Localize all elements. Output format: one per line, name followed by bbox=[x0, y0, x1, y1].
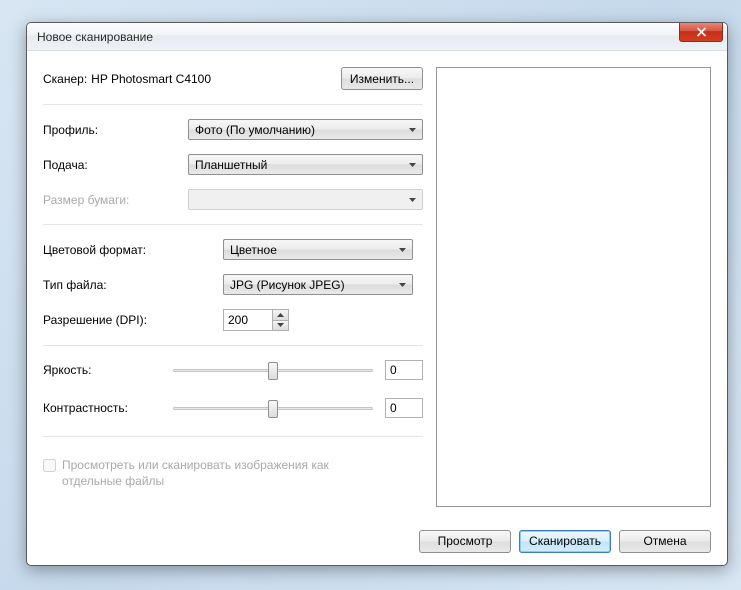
contrast-slider[interactable] bbox=[173, 398, 373, 418]
brightness-value[interactable] bbox=[385, 360, 423, 380]
change-scanner-button[interactable]: Изменить... bbox=[341, 67, 423, 90]
separator bbox=[43, 104, 423, 105]
footer-buttons: Просмотр Сканировать Отмена bbox=[27, 517, 727, 565]
close-icon bbox=[696, 27, 707, 37]
preview-pane bbox=[436, 67, 711, 507]
filetype-row: Тип файла: JPG (Рисунок JPEG) bbox=[43, 274, 423, 295]
chevron-down-icon bbox=[409, 198, 416, 202]
chevron-down-icon bbox=[399, 248, 406, 252]
titlebar: Новое сканирование bbox=[27, 23, 727, 51]
colorfmt-row: Цветовой формат: Цветное bbox=[43, 239, 423, 260]
colorfmt-combo[interactable]: Цветное bbox=[223, 239, 413, 260]
contrast-row: Контрастность: bbox=[43, 398, 423, 418]
chevron-down-icon bbox=[409, 128, 416, 132]
chevron-down-icon bbox=[399, 283, 406, 287]
source-combo[interactable]: Планшетный bbox=[188, 154, 423, 175]
chevron-down-icon bbox=[277, 323, 284, 327]
filetype-combo[interactable]: JPG (Рисунок JPEG) bbox=[223, 274, 413, 295]
brightness-label: Яркость: bbox=[43, 363, 173, 377]
dpi-label: Разрешение (DPI): bbox=[43, 313, 223, 327]
dpi-input[interactable] bbox=[224, 310, 272, 330]
contrast-value[interactable] bbox=[385, 398, 423, 418]
profile-row: Профиль: Фото (По умолчанию) bbox=[43, 119, 423, 140]
scanner-label: Сканер: bbox=[43, 72, 87, 86]
separator bbox=[43, 224, 423, 225]
profile-label: Профиль: bbox=[43, 123, 188, 137]
brightness-row: Яркость: bbox=[43, 360, 423, 380]
source-row: Подача: Планшетный bbox=[43, 154, 423, 175]
scan-button[interactable]: Сканировать bbox=[519, 530, 611, 553]
source-value: Планшетный bbox=[195, 158, 409, 172]
slider-thumb[interactable] bbox=[268, 362, 278, 380]
window-title: Новое сканирование bbox=[37, 30, 153, 44]
separator bbox=[43, 436, 423, 437]
contrast-label: Контрастность: bbox=[43, 401, 173, 415]
dialog-window: Новое сканирование Сканер: HP Photosmart… bbox=[26, 22, 728, 566]
colorfmt-value: Цветное bbox=[230, 243, 399, 257]
filetype-value: JPG (Рисунок JPEG) bbox=[230, 278, 399, 292]
profile-combo[interactable]: Фото (По умолчанию) bbox=[188, 119, 423, 140]
paper-combo bbox=[188, 189, 423, 210]
preview-button[interactable]: Просмотр bbox=[419, 530, 511, 553]
brightness-slider[interactable] bbox=[173, 360, 373, 380]
dpi-row: Разрешение (DPI): bbox=[43, 309, 423, 331]
spinner-buttons bbox=[272, 310, 288, 330]
separate-files-checkbox bbox=[43, 459, 56, 472]
separator bbox=[43, 345, 423, 346]
source-label: Подача: bbox=[43, 158, 188, 172]
scanner-row: Сканер: HP Photosmart C4100 Изменить... bbox=[43, 67, 423, 90]
slider-thumb[interactable] bbox=[268, 400, 278, 418]
dpi-up-button[interactable] bbox=[273, 310, 288, 321]
settings-pane: Сканер: HP Photosmart C4100 Изменить... … bbox=[43, 67, 423, 489]
colorfmt-label: Цветовой формат: bbox=[43, 243, 223, 257]
paper-row: Размер бумаги: bbox=[43, 189, 423, 210]
content-area: Сканер: HP Photosmart C4100 Изменить... … bbox=[27, 51, 727, 565]
scanner-name: HP Photosmart C4100 bbox=[91, 72, 211, 86]
separate-files-label: Просмотреть или сканировать изображения … bbox=[62, 457, 382, 489]
close-button[interactable] bbox=[679, 23, 723, 42]
dpi-down-button[interactable] bbox=[273, 321, 288, 331]
filetype-label: Тип файла: bbox=[43, 278, 223, 292]
chevron-up-icon bbox=[277, 313, 284, 317]
chevron-down-icon bbox=[409, 163, 416, 167]
paper-label: Размер бумаги: bbox=[43, 193, 188, 207]
cancel-button[interactable]: Отмена bbox=[619, 530, 711, 553]
profile-value: Фото (По умолчанию) bbox=[195, 123, 409, 137]
dpi-spinner bbox=[223, 309, 289, 331]
separate-files-row: Просмотреть или сканировать изображения … bbox=[43, 457, 423, 489]
